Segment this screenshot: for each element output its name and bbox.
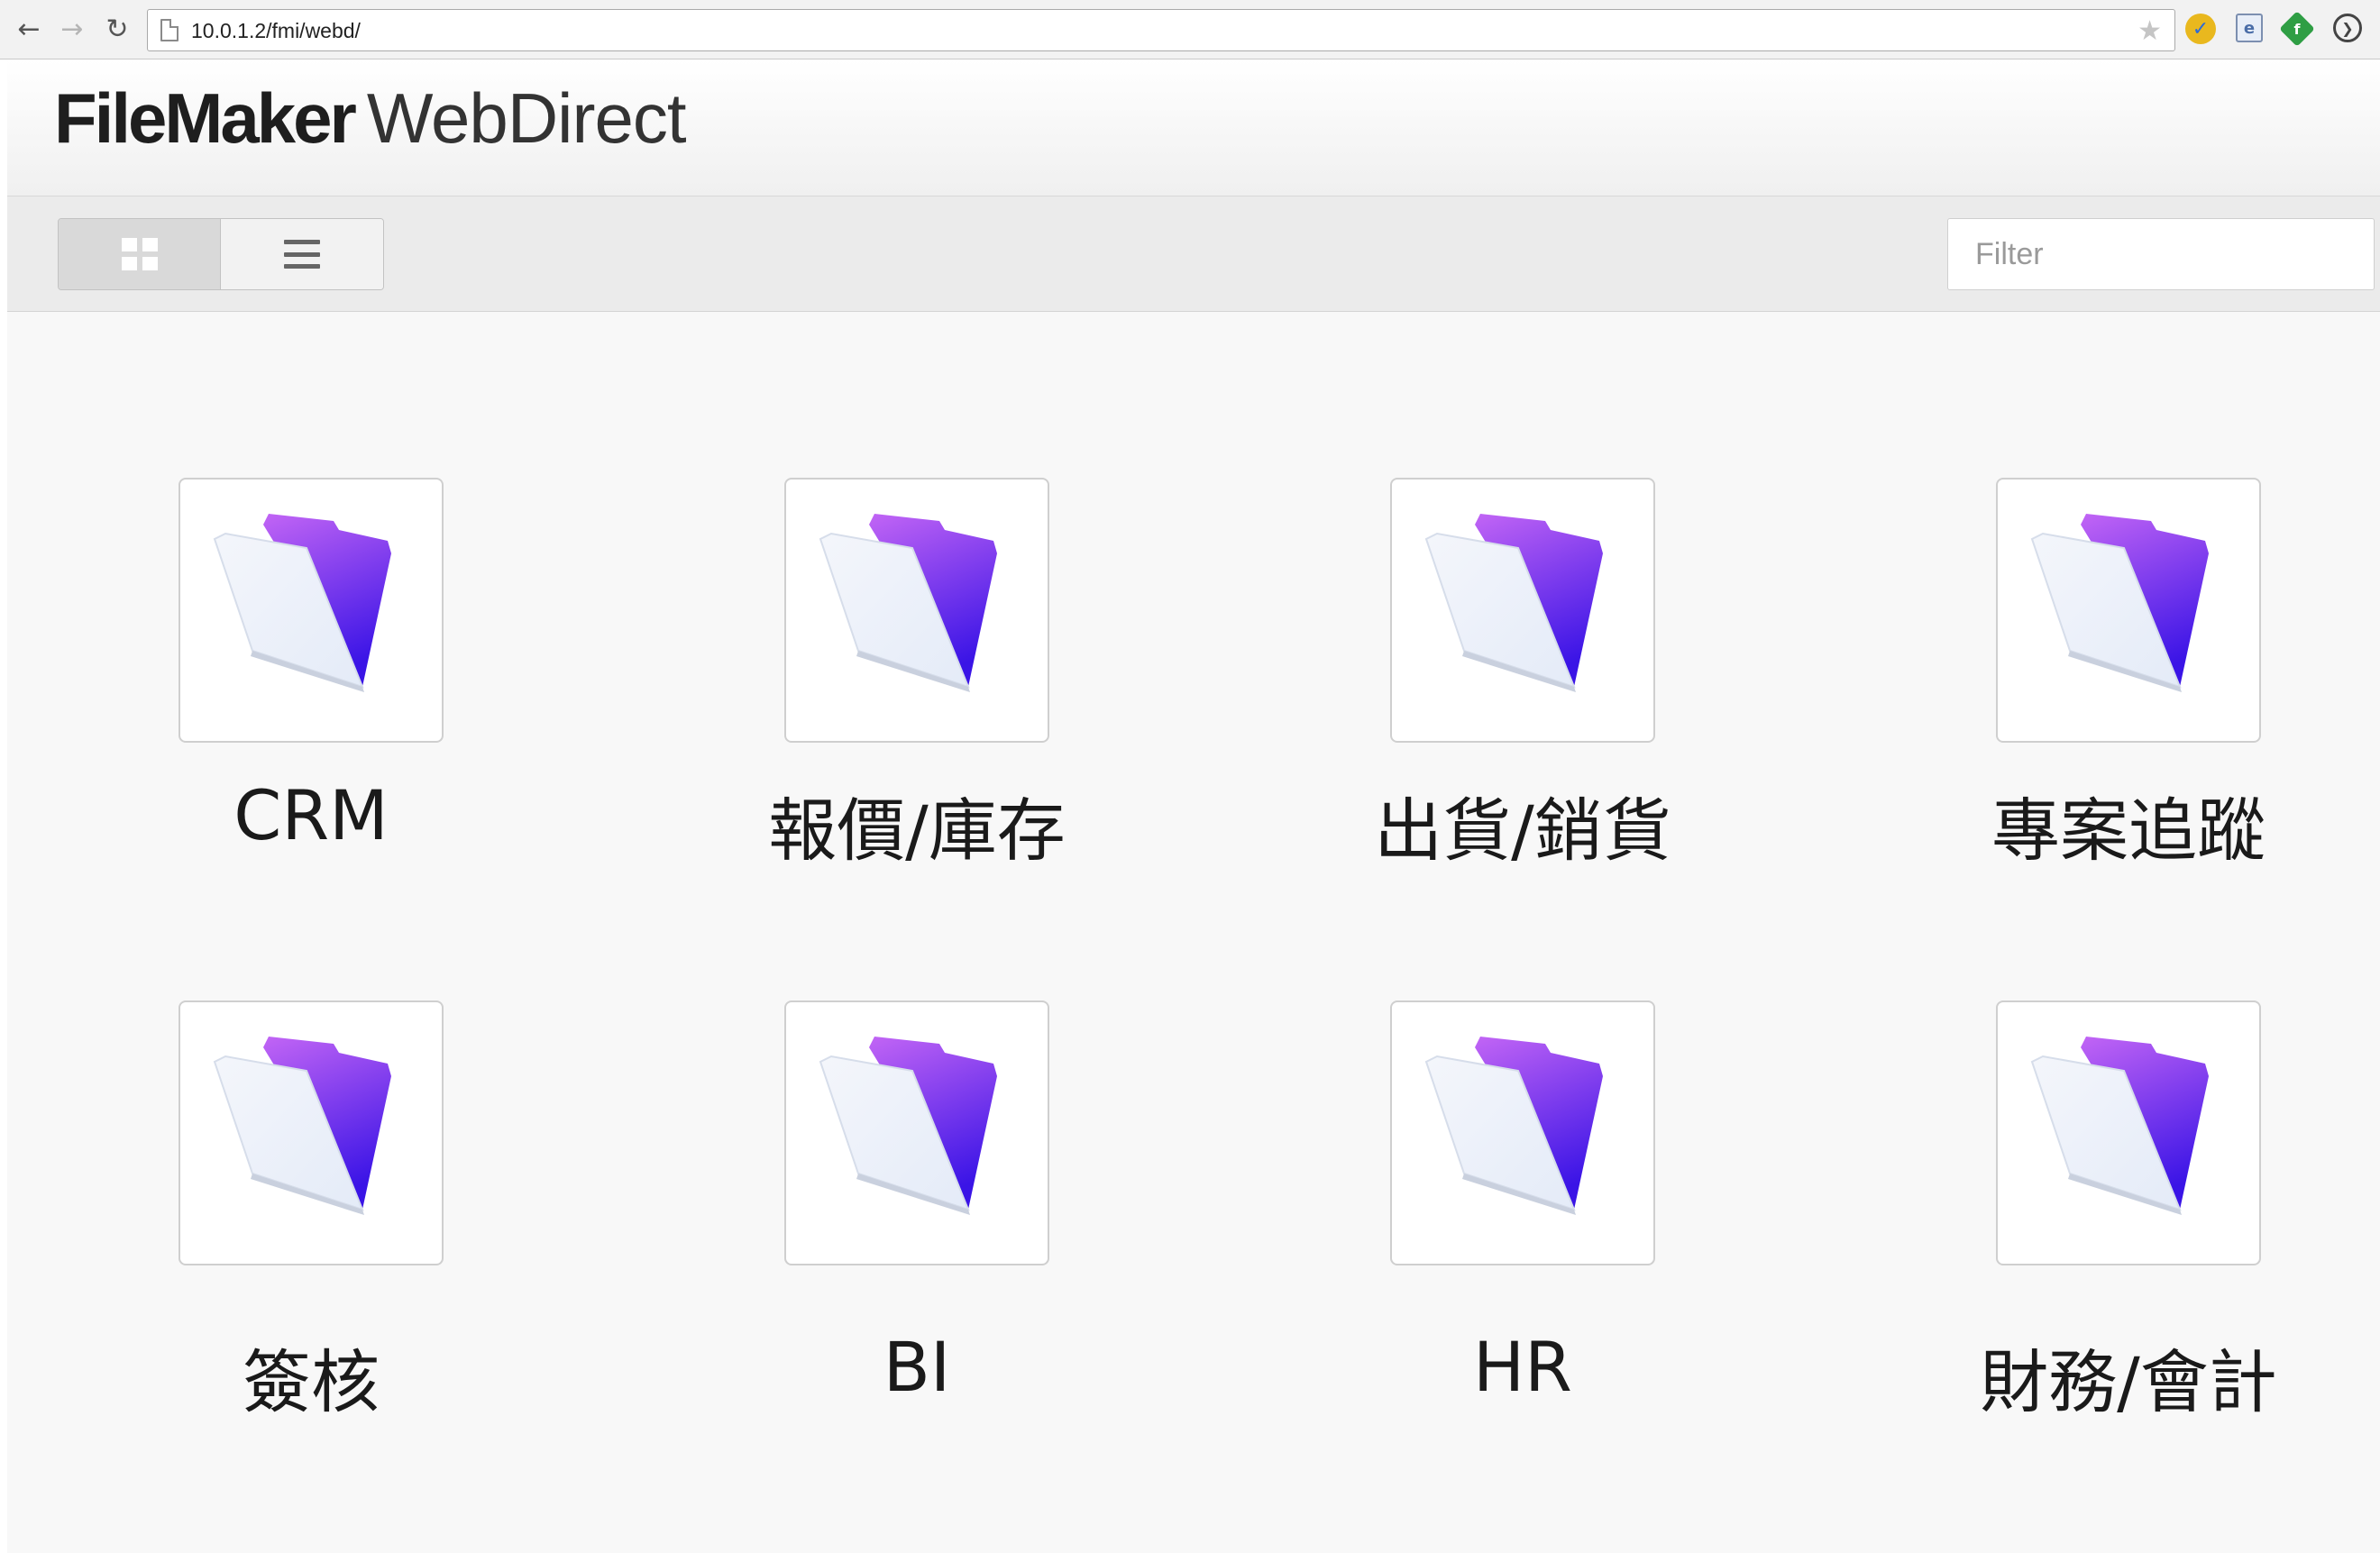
file-tile-shipping-sales[interactable]: 出貨/銷貨	[1237, 478, 1706, 928]
launch-center-toolbar	[7, 196, 2380, 312]
file-tile-quote-inventory[interactable]: 報價/庫存	[631, 478, 1100, 928]
file-label[interactable]: BI	[631, 1327, 1203, 1407]
filemaker-folder-icon	[1424, 514, 1603, 692]
file-icon-box[interactable]	[1996, 478, 2261, 743]
file-icon-box[interactable]	[178, 1000, 444, 1265]
pocket-icon[interactable]: ❯	[2333, 14, 2362, 42]
forward-icon[interactable]: →	[54, 11, 90, 47]
app-header: FileMaker WebDirect	[7, 59, 2380, 196]
filemaker-folder-icon	[2030, 1037, 2209, 1215]
file-tile-project-tracking[interactable]: 專案追蹤	[1843, 478, 2311, 928]
brand-light: WebDirect	[366, 78, 687, 158]
file-tile-approval[interactable]: 簽核	[25, 1000, 494, 1451]
filemaker-folder-icon	[213, 514, 391, 692]
file-grid: CRM 報價/庫存 出貨/銷貨 專案追蹤 簽核 BI HR 財務/會計	[7, 312, 2380, 1553]
filemaker-folder-icon	[819, 514, 997, 692]
file-label[interactable]: 簽核	[25, 1327, 597, 1426]
filemaker-folder-icon	[213, 1037, 391, 1215]
grid-view-button[interactable]	[59, 219, 221, 289]
filter-input[interactable]	[1947, 218, 2375, 290]
file-icon-box[interactable]	[784, 1000, 1049, 1265]
file-tile-finance-accounting[interactable]: 財務/會計	[1843, 1000, 2311, 1451]
grid-icon	[121, 238, 158, 270]
file-icon-box[interactable]	[784, 478, 1049, 743]
file-icon-box[interactable]	[178, 478, 444, 743]
reload-icon[interactable]: ↻	[99, 11, 135, 47]
file-label[interactable]: 出貨/銷貨	[1237, 775, 1808, 874]
file-icon-box[interactable]	[1390, 1000, 1655, 1265]
file-icon-box[interactable]	[1390, 478, 1655, 743]
file-label[interactable]: 專案追蹤	[1843, 775, 2380, 874]
file-icon-box[interactable]	[1996, 1000, 2261, 1265]
filemaker-folder-icon	[1424, 1037, 1603, 1215]
address-bar[interactable]: 10.0.1.2/fmi/webd/ ★	[147, 9, 2175, 51]
file-label[interactable]: CRM	[25, 775, 597, 855]
list-view-button[interactable]	[221, 219, 383, 289]
bookmark-star-icon[interactable]: ★	[2137, 15, 2162, 47]
file-tile-bi[interactable]: BI	[631, 1000, 1100, 1451]
back-icon[interactable]: ←	[11, 11, 47, 47]
view-mode-toggle	[58, 218, 384, 290]
evernote-icon[interactable]: e	[2236, 14, 2263, 42]
file-label[interactable]: 財務/會計	[1843, 1327, 2380, 1426]
url-text[interactable]: 10.0.1.2/fmi/webd/	[191, 19, 361, 43]
filemaker-webdirect-logo: FileMaker WebDirect	[54, 83, 686, 153]
file-label[interactable]: 報價/庫存	[631, 775, 1203, 874]
file-label[interactable]: HR	[1237, 1327, 1808, 1407]
file-tile-crm[interactable]: CRM	[25, 478, 494, 928]
norton-icon[interactable]: ✓	[2185, 14, 2216, 44]
list-icon	[284, 238, 320, 270]
feedly-icon[interactable]: f	[2279, 11, 2315, 47]
page-icon	[160, 19, 178, 41]
file-tile-hr[interactable]: HR	[1237, 1000, 1706, 1451]
brand-bold: FileMaker	[54, 78, 357, 158]
filemaker-folder-icon	[2030, 514, 2209, 692]
filemaker-folder-icon	[819, 1037, 997, 1215]
browser-toolbar: ← → ↻ 10.0.1.2/fmi/webd/ ★ ✓ e f ❯	[0, 0, 2380, 59]
